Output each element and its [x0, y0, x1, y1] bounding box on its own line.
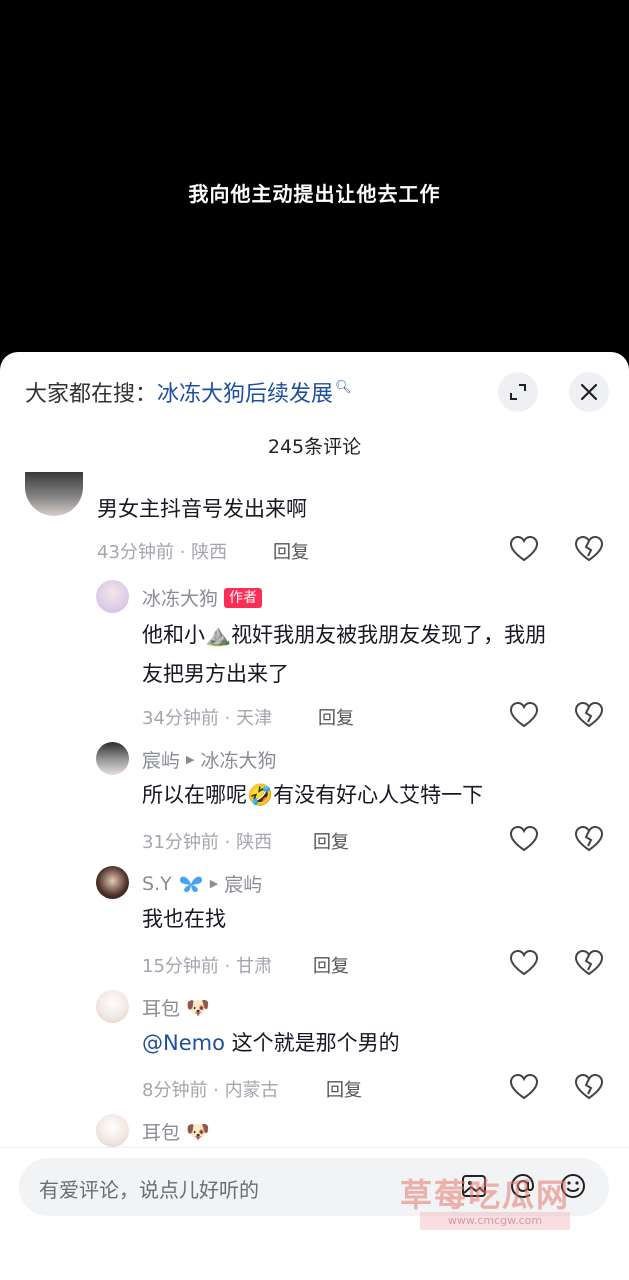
author-name: 宸屿 [142, 750, 181, 772]
comment-text-part: 这个就是那个男的 [224, 1031, 400, 1055]
comment-sheet: 大家都在搜：冰冻大狗后续发展 🔍︎ 245条评论 男女主抖音号发出来啊 43分钟前… [0, 352, 629, 1280]
reply-button[interactable]: 回复 [273, 538, 309, 564]
author-name: 耳包 [142, 1122, 181, 1144]
watermark-logo: 草莓吃瓜网 [400, 1176, 571, 1214]
close-icon [580, 383, 598, 401]
comment-author[interactable]: 宸屿 ▶ 冰冻大狗 [142, 746, 277, 773]
comment-count: 245条评论 [267, 436, 362, 458]
comment-footer: 有爱评论，说点儿好听的 草莓吃瓜网 www.cmcgw.com [0, 1147, 629, 1280]
broken-heart-icon[interactable] [575, 1074, 603, 1100]
reply-to-name: 冰冻大狗 [200, 750, 277, 772]
video-subtitle: 我向他主动提出让他去工作 [188, 182, 441, 206]
search-prefix: 大家都在搜： [25, 382, 158, 407]
heart-icon[interactable] [510, 826, 538, 852]
comment-list[interactable]: 男女主抖音号发出来啊 43分钟前 · 陕西 回复 冰冻大狗 作者 他和小⛰️视奸… [0, 468, 629, 1148]
comment-meta: 43分钟前 · 陕西 [97, 542, 228, 563]
avatar[interactable] [96, 866, 129, 899]
heart-icon[interactable] [510, 950, 538, 976]
reply-button[interactable]: 回复 [326, 1076, 362, 1102]
search-icon: 🔍︎ [335, 380, 352, 395]
mention-link[interactable]: @Nemo [142, 1031, 225, 1055]
expand-button[interactable] [498, 372, 538, 412]
comment-author[interactable]: S.Y ▶ 宸屿 [142, 870, 262, 897]
reply-button[interactable]: 回复 [318, 704, 354, 730]
broken-heart-icon[interactable] [575, 826, 603, 852]
comment-author[interactable]: 耳包 🐶 [142, 1118, 210, 1145]
heart-icon[interactable] [510, 536, 538, 562]
comment-author[interactable]: 冰冻大狗 作者 [142, 584, 263, 611]
dog-emoji-icon: 🐶 [186, 997, 210, 1019]
heart-icon[interactable] [510, 1074, 538, 1100]
watermark-url: www.cmcgw.com [420, 1212, 570, 1230]
crying-laughing-emoji-icon: 🤣 [247, 783, 274, 807]
comment-text: 所以在哪呢🤣有没有好心人艾特一下 [142, 776, 483, 815]
search-suggestion[interactable]: 大家都在搜：冰冻大狗后续发展 🔍︎ [25, 376, 352, 408]
comment-text-part: 有没有好心人艾特一下 [273, 783, 484, 807]
comment-text: 男女主抖音号发出来啊 [97, 497, 307, 521]
avatar[interactable] [96, 990, 129, 1023]
comment-text: @Nemo 这个就是那个男的 [142, 1024, 400, 1063]
avatar[interactable] [96, 742, 129, 775]
author-name: 冰冻大狗 [142, 588, 219, 610]
dog-emoji-icon: 🐶 [186, 1121, 210, 1143]
video-area[interactable]: 我向他主动提出让他去工作 [0, 0, 629, 360]
comment-text-part: 他和小 [142, 623, 205, 647]
author-tag: 作者 [224, 587, 263, 608]
author-name: S.Y [142, 872, 172, 895]
broken-heart-icon[interactable] [575, 536, 603, 562]
comment-meta: 31分钟前 · 陕西 [142, 832, 273, 853]
expand-icon [510, 384, 526, 400]
comment-meta: 15分钟前 · 甘肃 [142, 956, 273, 977]
broken-heart-icon[interactable] [575, 702, 603, 728]
reply-arrow-icon: ▶ [186, 753, 195, 766]
avatar[interactable] [25, 472, 83, 516]
comment-author[interactable]: 耳包 🐶 [142, 994, 210, 1021]
comment-text: 他和小⛰️视奸我朋友被我朋友发现了，我朋 友把男方出来了 [142, 616, 612, 694]
reply-button[interactable]: 回复 [313, 952, 349, 978]
comment-input-placeholder: 有爱评论，说点儿好听的 [39, 1178, 259, 1202]
comment-text-line: 友把男方出来了 [142, 662, 289, 686]
mountain-emoji-icon: ⛰️ [205, 623, 232, 647]
broken-heart-icon[interactable] [575, 950, 603, 976]
close-button[interactable] [569, 372, 609, 412]
avatar[interactable] [96, 580, 129, 613]
comment-text-part: 所以在哪呢 [142, 783, 247, 807]
comment-meta: 34分钟前 · 天津 [142, 708, 273, 729]
reply-arrow-icon: ▶ [209, 877, 219, 890]
author-name: 耳包 [142, 998, 181, 1020]
reply-button[interactable]: 回复 [313, 828, 349, 854]
reply-to-name: 宸屿 [224, 874, 263, 896]
avatar[interactable] [96, 1114, 129, 1147]
search-keyword-link[interactable]: 冰冻大狗后续发展 [157, 382, 333, 407]
butterfly-emoji-icon [179, 876, 202, 892]
comment-text-part: 视奸我朋友被我朋友发现了，我朋 [231, 623, 547, 647]
comment-meta: 8分钟前 · 内蒙古 [142, 1080, 279, 1101]
heart-icon[interactable] [510, 702, 538, 728]
comment-text: 我也在找 [142, 907, 226, 931]
